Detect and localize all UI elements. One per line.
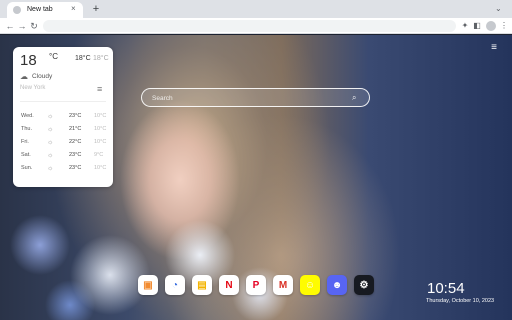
forecast-day: Fri. (21, 139, 29, 145)
dock-item-snapchat[interactable]: ☺ (300, 275, 320, 295)
snapchat-icon: ☺ (304, 279, 316, 291)
forecast-high: 22°C (69, 139, 82, 145)
tab-favicon-icon (13, 6, 21, 14)
forecast-low: 10°C (94, 139, 107, 145)
sun-icon: ☼ (47, 126, 54, 133)
forecast-day: Wed. (21, 113, 34, 119)
dock-item-steam[interactable]: ⚙ (354, 275, 374, 295)
extensions-icon[interactable]: ✦ (459, 20, 471, 32)
forecast-row: Thu. ☼ 21°C 10°C (13, 123, 113, 136)
netflix-icon: N (225, 279, 233, 291)
dock-item-discord[interactable]: ☻ (327, 275, 347, 295)
dock-item-pinterest[interactable]: P (246, 275, 266, 295)
weather-widget[interactable]: 18 °C 18°C 18°C ☁ Cloudy New York ≡ Wed.… (13, 47, 113, 187)
weather-menu-icon[interactable]: ≡ (97, 84, 102, 94)
pinterest-icon: P (252, 279, 260, 291)
sun-icon: ☼ (47, 165, 54, 172)
back-button[interactable]: ← (4, 20, 16, 32)
wallpaper-app-icon: ▣ (143, 279, 153, 291)
side-panel-icon[interactable]: ◧ (471, 20, 483, 32)
tab-close-icon[interactable]: × (71, 4, 76, 14)
tab-new-tab[interactable]: New tab × (7, 2, 83, 18)
weather-city: New York (20, 85, 46, 91)
profile-avatar[interactable] (486, 21, 496, 31)
cloud-icon: ☁ (20, 72, 28, 81)
browser-toolbar: ← → ↻ ✦ ◧ ⋮ (0, 18, 512, 34)
forecast-low: 10°C (94, 126, 107, 132)
steam-icon: ⚙ (359, 279, 369, 291)
sun-icon: ☼ (47, 139, 54, 146)
forecast-low: 10°C (94, 113, 107, 119)
search-bar: ⌕ (141, 88, 370, 107)
dock-item-compass[interactable]: ◔ (165, 275, 185, 295)
forecast-high: 21°C (69, 126, 82, 132)
weather-condition: Cloudy (32, 73, 53, 80)
sun-icon: ☼ (47, 113, 54, 120)
dock-item-wallpaper[interactable]: ▣ (138, 275, 158, 295)
dock-item-netflix[interactable]: N (219, 275, 239, 295)
forecast-row: Sat. ☼ 23°C 9°C (13, 149, 113, 162)
shortcut-dock: ▣ ◔ ▤ N P M ☺ ☻ ⚙ (138, 275, 378, 295)
address-bar[interactable] (43, 20, 456, 32)
current-temperature: 18 (20, 52, 37, 69)
compass-app-icon: ◔ (171, 279, 179, 291)
forecast-high: 23°C (69, 152, 82, 158)
forecast-day: Sat. (21, 152, 31, 158)
tab-search-icon[interactable]: ⌄ (495, 3, 502, 15)
forecast-row: Sun. ☼ 23°C 10°C (13, 162, 113, 175)
dock-item-gmail[interactable]: M (273, 275, 293, 295)
reload-button[interactable]: ↻ (28, 20, 40, 32)
forecast-high: 23°C (69, 113, 82, 119)
search-input[interactable] (152, 92, 342, 104)
dock-item-notes[interactable]: ▤ (192, 275, 212, 295)
forecast-low: 9°C (94, 152, 104, 158)
forecast-row: Fri. ☼ 22°C 10°C (13, 136, 113, 149)
forward-button[interactable]: → (16, 20, 28, 32)
forecast-high: 23°C (69, 165, 82, 171)
clock-date: Thursday, October 10, 2023 (426, 298, 495, 304)
today-low: 18°C (93, 55, 109, 62)
gmail-icon: M (278, 279, 288, 291)
notes-app-icon: ▤ (197, 279, 207, 291)
weather-divider (20, 101, 106, 102)
sun-icon: ☼ (47, 152, 54, 159)
tab-title: New tab (27, 6, 53, 13)
tab-strip: New tab × + ⌄ (0, 0, 512, 18)
forecast-low: 10°C (94, 165, 107, 171)
browser-menu-icon[interactable]: ⋮ (498, 20, 510, 32)
today-high: 18°C (75, 55, 91, 62)
forecast-day: Thu. (21, 126, 33, 132)
clock-time: 10:54 (427, 280, 465, 297)
temperature-unit: °C (49, 52, 58, 61)
new-tab-button[interactable]: + (90, 3, 102, 15)
hamburger-menu-icon[interactable]: ≡ (489, 43, 499, 53)
search-icon[interactable]: ⌕ (352, 92, 356, 104)
forecast-day: Sun. (21, 165, 33, 171)
discord-icon: ☻ (331, 279, 343, 291)
wallpaper-flowers (0, 185, 330, 320)
forecast-row: Wed. ☼ 23°C 10°C (13, 110, 113, 123)
new-tab-page: ≡ 18 °C 18°C 18°C ☁ Cloudy New York ≡ We… (0, 35, 512, 320)
